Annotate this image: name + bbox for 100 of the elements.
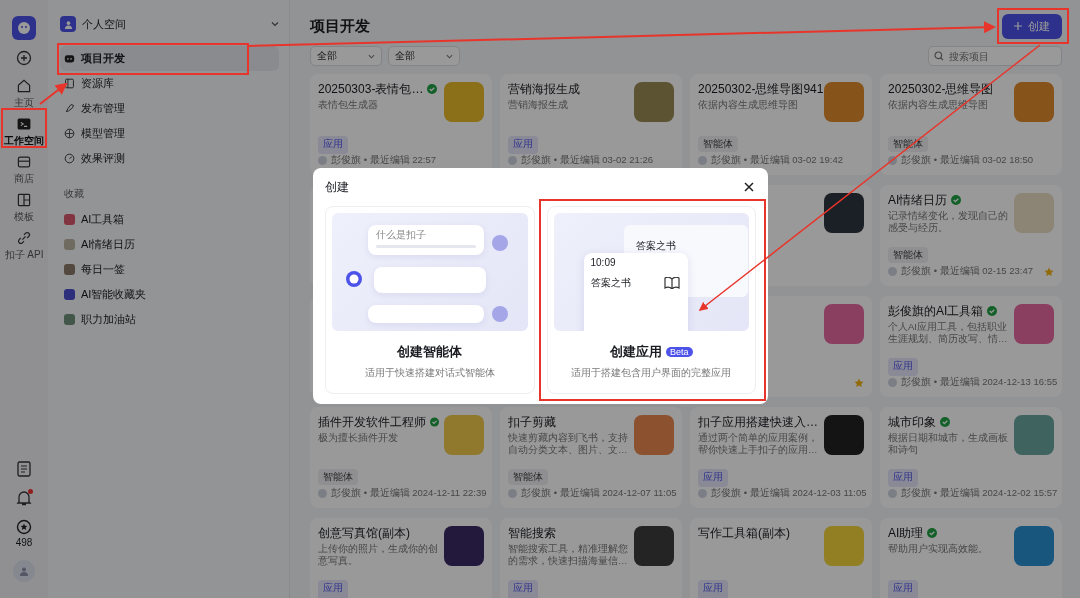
user-avatar-icon [492,306,508,322]
favorite-item[interactable]: 职力加油站 [60,307,279,332]
edit-info: 彭俊旗 • 最近编辑 2024-12-03 11:05 [711,487,867,500]
type-tag: 应用 [888,580,918,598]
project-card[interactable]: 20250303-表情包… 表情包生成器 应用 彭俊旗 • 最近编辑 22:57 [310,74,492,175]
sidebar-item[interactable]: 效果评测 [60,146,279,171]
edit-info: 彭俊旗 • 最近编辑 02-15 23:47 [901,265,1033,278]
link-icon [16,230,32,246]
bot-avatar-icon [346,271,362,287]
annotation-arrow [39,82,68,105]
thumbnail-placeholder [1014,304,1054,344]
project-card[interactable]: 扣子剪藏 快速剪藏内容到飞书，支持自动分类文本、图片、文… 智能体 彭俊旗 • 最近编辑 2024-12-07 11:05 [500,407,682,508]
project-description: 帮助用户实现高效能。 [888,543,989,555]
project-card[interactable]: 写作工具箱(副本) 应用 [690,518,872,598]
type-tag: 智能体 [698,136,738,152]
edit-info: 彭俊旗 • 最近编辑 22:57 [331,154,437,167]
edit-info: 彭俊旗 • 最近编辑 03-02 19:42 [711,154,843,167]
filter-dropdown[interactable]: 全部 [310,46,382,66]
edit-info: 彭俊旗 • 最近编辑 03-02 18:50 [901,154,1033,167]
app-icon [64,289,75,300]
document-icon[interactable] [17,461,31,477]
search-field[interactable]: 搜索项目 [928,46,1062,66]
favorite-item[interactable]: 每日一签 [60,257,279,282]
close-button[interactable] [742,180,756,194]
project-description: 记录情绪变化，发现自己的感受与经历。 [888,210,1009,233]
highlight-frame [997,8,1069,44]
app-logo[interactable] [12,16,36,40]
favorite-item[interactable]: AI工具箱 [60,207,279,232]
search-icon [934,51,944,61]
chat-bubble: 什么是扣子 [368,225,484,255]
edit-info: 彭俊旗 • 最近编辑 2024-12-13 16:55 [901,376,1058,389]
avatar-icon [888,156,897,165]
user-avatar-icon [492,235,508,251]
project-title: 插件开发软件工程师 [318,413,426,431]
project-title: 扣子剪藏 [508,413,556,431]
chevron-down-icon[interactable] [271,20,279,28]
book-icon [64,78,75,89]
avatar-icon [698,156,707,165]
sidebar-item[interactable]: 发布管理 [60,96,279,121]
sidebar-item[interactable]: 资源库 [60,71,279,96]
home-icon [16,78,32,94]
star-icon[interactable] [854,378,864,388]
sidebar-item[interactable]: 模型管理 [60,121,279,146]
option-description: 适用于搭建包含用户界面的完整应用 [571,366,732,380]
type-tag: 智能体 [888,247,928,263]
filter-dropdown[interactable]: 全部 [388,46,460,66]
option-card[interactable]: 什么是扣子 创建智能体 适用于快速搭建对话式智能体 [325,206,535,394]
app-icon [64,239,75,250]
thumbnail-placeholder [634,415,674,455]
section-heading: 收藏 [64,187,85,201]
layout-icon [16,192,32,208]
project-card[interactable]: 智能搜索 智能搜索工具，精准理解您的需求，快速扫描海量信… 应用 [500,518,682,598]
project-description: 智能搜索工具，精准理解您的需求，快速扫描海量信… [508,543,629,566]
store-icon [16,154,32,170]
project-title: AI助理 [888,524,924,542]
thumbnail-placeholder [1014,526,1054,566]
points-count: 498 [15,537,33,548]
project-description: 个人AI应用工具，包括职业生涯规划、简历改写、情… [888,321,1009,344]
avatar-icon [508,156,517,165]
rail-item[interactable]: 主页 [1,76,47,112]
type-tag: 应用 [318,136,348,154]
project-card[interactable]: AI助理 帮助用户实现高效能。 应用 [880,518,1062,598]
thumbnail-placeholder [824,193,864,233]
rail-item[interactable]: 扣子 API [1,228,47,264]
star-icon[interactable] [1044,267,1054,277]
edit-info: 彭俊旗 • 最近编辑 2024-12-11 22:39 [331,487,487,500]
project-card[interactable]: AI情绪日历 记录情绪变化，发现自己的感受与经历。 智能体 彭俊旗 • 最近编辑 02-15 23:47 [880,185,1062,286]
dialog-title: 创建 [325,178,349,196]
sidebar-item[interactable]: 项目开发 [60,46,279,71]
thumbnail-placeholder [1014,415,1054,455]
project-title: AI情绪日历 [888,191,948,209]
avatar-icon [318,489,327,498]
robot-icon [64,53,75,64]
rail-item[interactable]: 商店 [1,152,47,188]
status-time: 10:09 [590,257,617,268]
project-description: 极为擅长插件开发 [318,432,399,444]
book-icon [663,277,680,289]
project-card[interactable]: 20250302-思维导图941 依据内容生成思维导图 智能体 彭俊旗 • 最近编辑 03-02 19:42 [690,74,872,175]
project-card[interactable]: 城市印象 根据日期和城市，生成画板和诗句 应用 彭俊旗 • 最近编辑 2024-12-02 15:57 [880,407,1062,508]
option-card[interactable]: 答案之书 10:09 答案之书 创建应用 Beta 适用于搭建包含用户界面的完整应用 [546,206,756,394]
beta-badge: Beta [666,347,693,357]
project-card[interactable]: 彭俊旗的AI工具箱 个人AI应用工具，包括职业生涯规划、简历改写、情… 应用 彭俊旗 • 最近编辑 2024-12-13 16:55 [880,296,1062,397]
thumbnail-placeholder [444,82,484,122]
avatar-icon [318,156,327,165]
rail-item[interactable]: 模板 [1,190,47,226]
thumbnail-placeholder [634,526,674,566]
bell-icon[interactable] [15,489,33,507]
project-title: 写作工具箱(副本) [698,524,790,542]
rail-item[interactable]: 工作空间 [1,114,47,150]
project-card[interactable]: 插件开发软件工程师 极为擅长插件开发 智能体 彭俊旗 • 最近编辑 2024-12-11 22:39 [310,407,492,508]
type-tag: 应用 [888,358,918,376]
favorite-item[interactable]: AI情绪日历 [60,232,279,257]
project-title: 20250303-表情包… [318,80,424,98]
add-icon[interactable] [16,50,32,66]
create-button[interactable]: 创建 [1002,13,1062,39]
project-description: 根据日期和城市，生成画板和诗句 [888,432,1009,455]
option-title: 创建应用 [610,343,662,361]
favorite-item[interactable]: AI智能收藏夹 [60,282,279,307]
workspace-name[interactable]: 个人空间 [82,16,126,32]
type-tag: 智能体 [508,469,548,485]
